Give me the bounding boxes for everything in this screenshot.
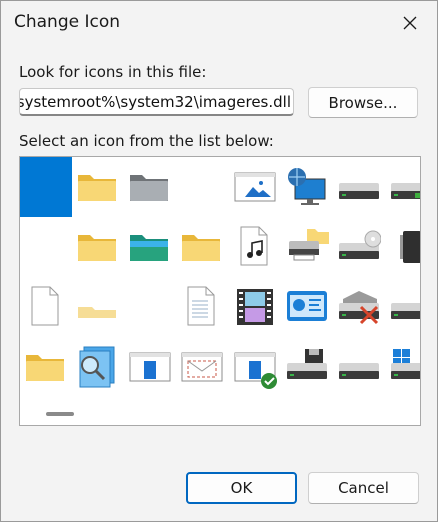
blank-icon [128,285,172,329]
mail-window-icon [181,352,223,382]
icon-list-item[interactable] [385,337,420,397]
cancel-button[interactable]: Cancel [308,472,419,504]
icon-list[interactable] [19,156,421,426]
drive-icon [339,363,379,379]
file-path-value: %systemroot%\system32\imageres.dll [19,93,291,111]
ok-button[interactable]: OK [186,472,297,504]
icon-list-item[interactable] [176,217,228,277]
blank-icon [24,165,68,209]
title-bar: Change Icon [1,1,437,45]
windows-drive-icon [391,349,420,379]
browse-button[interactable]: Browse... [308,87,418,118]
close-button[interactable] [393,7,427,39]
icon-list-item[interactable] [20,277,72,337]
dialog-title: Change Icon [14,12,121,32]
icon-list-item[interactable] [72,157,124,217]
drive-icon [391,303,420,319]
icon-list-item[interactable] [20,337,72,397]
cd-drive-icon [339,230,381,259]
drive-icon [339,183,379,199]
flat-folder-icon [78,307,116,318]
control-panel-icon [287,291,327,321]
icon-list-item[interactable] [281,217,333,277]
icon-list-item[interactable] [124,157,176,217]
icon-list-item[interactable] [281,337,333,397]
icon-list-item[interactable] [124,337,176,397]
yellow-folder-icon [78,175,116,201]
horizontal-scrollbar-thumb[interactable] [46,412,74,416]
icon-list-item[interactable] [229,337,281,397]
icon-list-item[interactable] [229,157,281,217]
icon-list-item[interactable] [176,157,228,217]
icon-list-item[interactable] [281,157,333,217]
verified-app-icon [234,352,277,389]
icon-list-item[interactable] [176,337,228,397]
yellow-folder-icon [26,355,64,381]
icon-list-item[interactable] [72,217,124,277]
icon-list-item[interactable] [229,277,281,337]
icon-list-item[interactable] [124,277,176,337]
drive-green-icon [391,183,420,199]
video-strip-icon [237,289,273,325]
search-documents-icon [79,346,115,388]
drive-red-x-icon [339,291,379,325]
icon-list-item[interactable] [333,277,385,337]
icon-list-item[interactable] [176,277,228,337]
blank-document-icon [31,286,59,326]
list-label: Select an icon from the list below: [19,132,274,150]
yellow-folder-icon [182,235,220,261]
memory-card-icon [400,231,420,263]
icon-list-item[interactable] [385,277,420,337]
floppy-drive-icon [287,349,327,379]
file-path-input[interactable]: %systemroot%\system32\imageres.dll [19,88,294,116]
icon-list-item[interactable] [124,217,176,277]
icon-list-item[interactable] [20,157,72,217]
file-label: Look for icons in this file: [19,63,207,81]
printer-folder-icon [289,229,329,261]
icon-list-item[interactable] [229,217,281,277]
text-document-icon [187,286,215,326]
network-globe-monitor-icon [288,168,326,205]
yellow-folder-icon [78,235,116,261]
icon-list-item[interactable] [281,277,333,337]
picture-window-icon [234,172,276,202]
icon-list-item[interactable] [72,337,124,397]
music-document-icon [240,226,268,266]
icon-list-item[interactable] [333,157,385,217]
icon-list-item[interactable] [20,217,72,277]
icon-list-item[interactable] [72,277,124,337]
change-icon-dialog: Change Icon Look for icons in this file:… [0,0,438,522]
green-folder-icon [130,235,168,261]
icon-list-item[interactable] [333,337,385,397]
close-icon [403,16,417,30]
icon-list-item[interactable] [385,157,420,217]
window-app-icon [129,352,171,382]
icon-list-item[interactable] [333,217,385,277]
blank-icon [180,165,224,209]
icon-list-item[interactable] [385,217,420,277]
gray-folder-icon [130,175,168,201]
blank-icon [24,225,68,269]
